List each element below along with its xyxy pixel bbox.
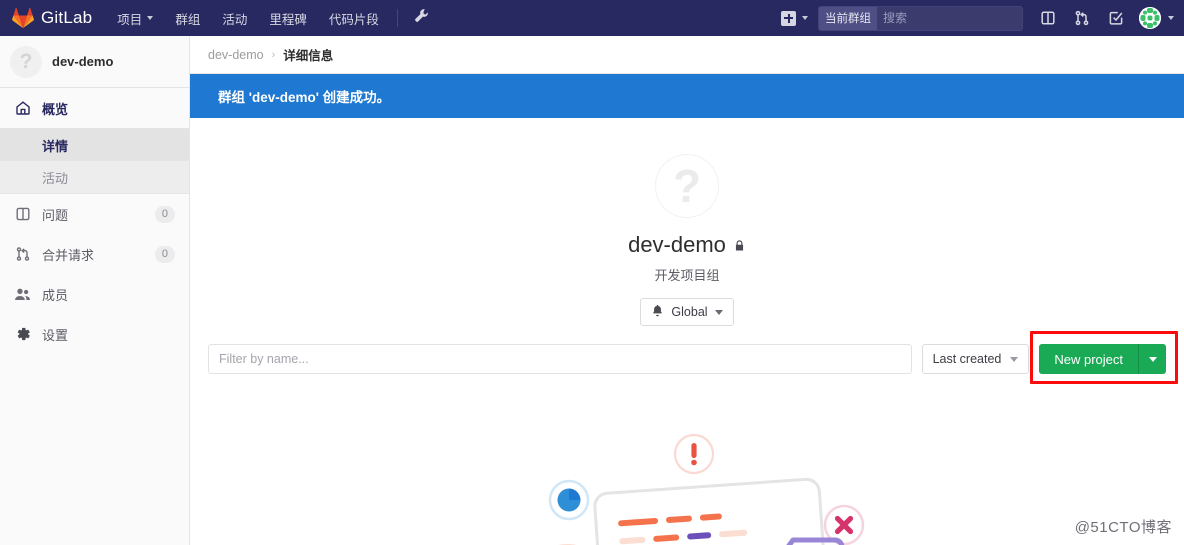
global-search[interactable]: 当前群组	[818, 5, 1023, 31]
sidebar-subnav: 详情 活动	[0, 128, 189, 194]
search-scope-badge[interactable]: 当前群组	[819, 6, 877, 30]
breadcrumb-current: 详细信息	[283, 49, 334, 63]
group-avatar: ?	[655, 154, 719, 218]
nav-divider	[396, 9, 398, 27]
issues-icon[interactable]	[1031, 0, 1065, 36]
merge-requests-icon[interactable]	[1065, 0, 1099, 36]
gitlab-group-page: GitLab 项目 群组 活动 里程碑 代码片段 当前群组 搜索 ? dev-d…	[0, 0, 1184, 545]
group-name: dev-demo	[628, 232, 726, 257]
admin-area-link[interactable]	[405, 8, 438, 28]
sidebar-item-members[interactable]: 成员	[0, 274, 189, 314]
sidebar-item-settings-label: 设置	[42, 327, 69, 343]
members-icon	[14, 286, 31, 303]
main-content: dev-demo › 详细信息 群组 'dev-demo' 创建成功。 ? de…	[190, 36, 1184, 545]
new-project-button[interactable]: New project	[1039, 344, 1139, 374]
nav-link-projects[interactable]: 项目	[106, 0, 164, 36]
nav-link-groups[interactable]: 群组	[164, 0, 211, 36]
brand-home-link[interactable]: GitLab	[0, 0, 106, 36]
notification-level-label: Global	[671, 305, 708, 319]
nav-links: 项目 群组 活动 里程碑 代码片段	[106, 0, 438, 36]
sort-dropdown-label: Last created	[932, 352, 1002, 366]
breadcrumb: dev-demo › 详细信息	[190, 36, 1184, 74]
sidebar-item-issues[interactable]: 问题 0	[0, 194, 189, 234]
chevron-down-icon	[714, 309, 723, 315]
flash-success-alert: 群组 'dev-demo' 创建成功。	[190, 74, 1184, 118]
avatar	[1139, 7, 1161, 29]
nav-link-snippets[interactable]: 代码片段	[318, 0, 390, 36]
sidebar-item-members-label: 成员	[42, 287, 69, 303]
watermark: @51CTO博客	[1074, 519, 1172, 536]
home-icon	[14, 100, 31, 116]
nav-link-groups-label: 群组	[175, 12, 201, 27]
group-home-panel: ? dev-demo 开发项目组 Global	[190, 118, 1184, 326]
group-sidebar: ? dev-demo 概览 详情 活动 问题 0 合并请求 0 成员 设置	[0, 36, 190, 545]
flash-message: 群组 'dev-demo' 创建成功。	[218, 90, 391, 105]
sort-dropdown[interactable]: Last created	[921, 344, 1030, 374]
notification-dropdown[interactable]: Global	[640, 298, 734, 326]
todos-icon[interactable]	[1099, 0, 1133, 36]
filter-by-name-input[interactable]	[208, 344, 912, 374]
sidebar-subitem-details-label: 详情	[42, 138, 69, 154]
group-description: 开发项目组	[654, 268, 720, 283]
wrench-icon	[414, 8, 429, 28]
chevron-down-icon	[1148, 356, 1157, 362]
sidebar-item-issues-label: 问题	[42, 207, 69, 223]
sidebar-group-name: dev-demo	[52, 54, 114, 69]
nav-link-activity-label: 活动	[222, 12, 248, 27]
nav-link-activity[interactable]: 活动	[211, 0, 258, 36]
chevron-down-icon	[147, 16, 154, 20]
sidebar-item-overview[interactable]: 概览	[0, 88, 189, 128]
brand-label: GitLab	[41, 8, 93, 27]
sidebar-item-merge-requests[interactable]: 合并请求 0	[0, 234, 189, 274]
sidebar-subitem-details[interactable]: 详情	[0, 129, 189, 161]
merge-requests-icon	[14, 246, 31, 262]
new-project-dropdown-toggle[interactable]	[1139, 344, 1166, 374]
chevron-down-icon	[802, 16, 808, 20]
plus-icon	[781, 10, 796, 26]
sidebar-group-header[interactable]: ? dev-demo	[0, 36, 189, 88]
illustration-svg	[548, 433, 865, 545]
nav-link-milestones[interactable]: 里程碑	[258, 0, 318, 36]
issues-icon	[14, 206, 31, 222]
chevron-down-icon	[1168, 16, 1174, 20]
nav-link-snippets-label: 代码片段	[328, 12, 379, 27]
sidebar-item-merge-requests-label: 合并请求	[42, 247, 95, 263]
user-menu-button[interactable]	[1133, 7, 1178, 29]
chevron-down-icon	[1010, 356, 1019, 362]
breadcrumb-separator: ›	[271, 48, 276, 61]
nav-link-projects-label: 项目	[117, 12, 143, 27]
projects-toolbar: Last created New project	[190, 326, 1184, 384]
search-input[interactable]	[877, 11, 1022, 25]
sidebar-item-settings[interactable]: 设置	[0, 314, 189, 354]
nav-link-milestones-label: 里程碑	[269, 12, 307, 27]
create-new-button[interactable]	[773, 0, 814, 36]
lock-icon	[733, 232, 746, 258]
sidebar-group-avatar: ?	[10, 45, 42, 78]
navbar-right: 当前群组	[773, 0, 1184, 36]
sidebar-item-overview-label: 概览	[42, 101, 69, 117]
top-navbar: GitLab 项目 群组 活动 里程碑 代码片段 当前群组 搜索	[0, 0, 1184, 36]
sidebar-item-issues-count: 0	[154, 205, 175, 223]
sidebar-subitem-activity-label: 活动	[42, 170, 69, 186]
gitlab-logo-icon	[12, 7, 34, 29]
empty-projects-illustration	[190, 428, 1184, 545]
gear-icon	[14, 326, 31, 342]
new-project-split-button: New project	[1039, 344, 1166, 374]
bell-icon	[651, 304, 664, 320]
page-title: dev-demo	[190, 232, 1184, 258]
sidebar-subitem-activity[interactable]: 活动	[0, 161, 189, 193]
breadcrumb-root[interactable]: dev-demo	[208, 48, 264, 62]
sidebar-item-merge-requests-count: 0	[154, 245, 175, 263]
